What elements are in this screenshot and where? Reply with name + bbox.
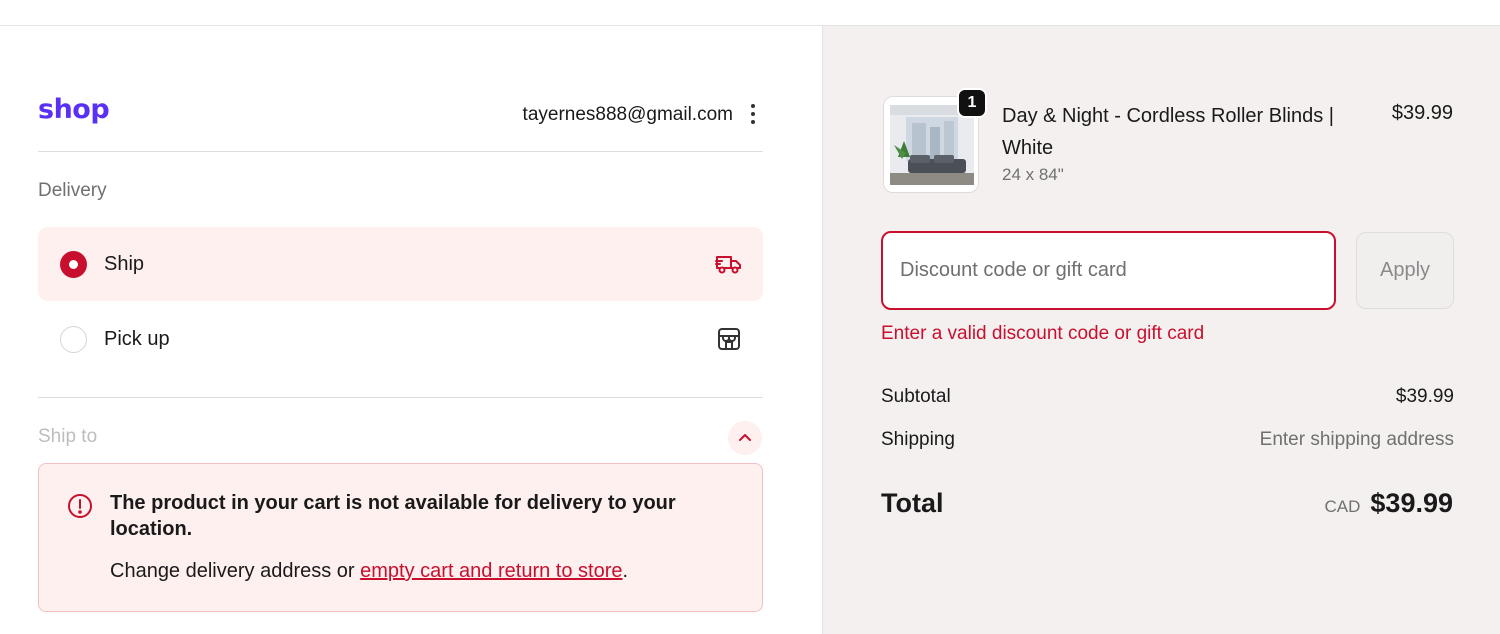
more-options-button[interactable] — [743, 102, 763, 126]
account-email: tayernes888@gmail.com — [522, 104, 733, 125]
order-summary: 1 Day & Night - Cordless Roller Blinds |… — [822, 26, 1500, 634]
total-amount-group: CAD $39.99 — [1325, 488, 1454, 519]
subtotal-label: Subtotal — [881, 386, 951, 407]
currency-code: CAD — [1324, 497, 1361, 516]
shop-logo[interactable]: shop — [38, 94, 110, 125]
delivery-option-label: Pick up — [104, 327, 170, 350]
delivery-option-pickup[interactable]: Pick up — [38, 302, 763, 376]
alert-body-end: . — [622, 560, 629, 582]
alert-title: The product in your cart is not availabl… — [110, 492, 676, 540]
divider — [38, 151, 763, 152]
product-variant: 24 x 84" — [1002, 165, 1064, 184]
discount-error-message: Enter a valid discount code or gift card — [881, 323, 1205, 344]
divider — [38, 397, 763, 398]
empty-cart-link[interactable]: empty cart and return to store — [360, 560, 622, 582]
total-amount: $39.99 — [1370, 488, 1453, 518]
delivery-option-ship[interactable]: Ship — [38, 227, 763, 301]
dot-icon — [751, 112, 755, 116]
ship-to-heading: Ship to — [38, 426, 98, 447]
error-icon — [68, 494, 92, 518]
subtotal-row: Subtotal $39.99 — [881, 386, 1454, 408]
chevron-up-icon — [739, 434, 751, 441]
collapse-button[interactable] — [728, 421, 762, 455]
delivery-error-alert: The product in your cart is not availabl… — [38, 463, 763, 612]
product-name: Day & Night - Cordless Roller Blinds | W… — [1002, 105, 1334, 159]
discount-code-input[interactable] — [881, 231, 1336, 310]
shipping-value: Enter shipping address — [1259, 429, 1454, 450]
delivery-heading: Delivery — [38, 180, 107, 201]
truck-icon — [715, 256, 741, 274]
shipping-row: Shipping Enter shipping address — [881, 429, 1454, 451]
store-icon — [718, 328, 740, 350]
checkout-main: shop tayernes888@gmail.com Delivery Ship… — [0, 26, 822, 634]
shipping-label: Shipping — [881, 429, 955, 450]
apply-discount-button[interactable]: Apply — [1356, 232, 1454, 309]
total-label: Total — [881, 488, 944, 518]
dot-icon — [751, 104, 755, 108]
delivery-option-label: Ship — [104, 252, 145, 275]
product-price: $39.99 — [1391, 102, 1453, 124]
subtotal-value: $39.99 — [1395, 386, 1454, 407]
alert-body: Change delivery address or empty cart an… — [110, 560, 628, 583]
quantity-badge: 1 — [957, 88, 987, 118]
dot-icon — [751, 120, 755, 124]
radio-unselected[interactable] — [60, 326, 87, 353]
top-bar — [0, 0, 1500, 26]
alert-body-text: Change delivery address or — [110, 560, 361, 582]
radio-selected[interactable] — [60, 251, 87, 278]
